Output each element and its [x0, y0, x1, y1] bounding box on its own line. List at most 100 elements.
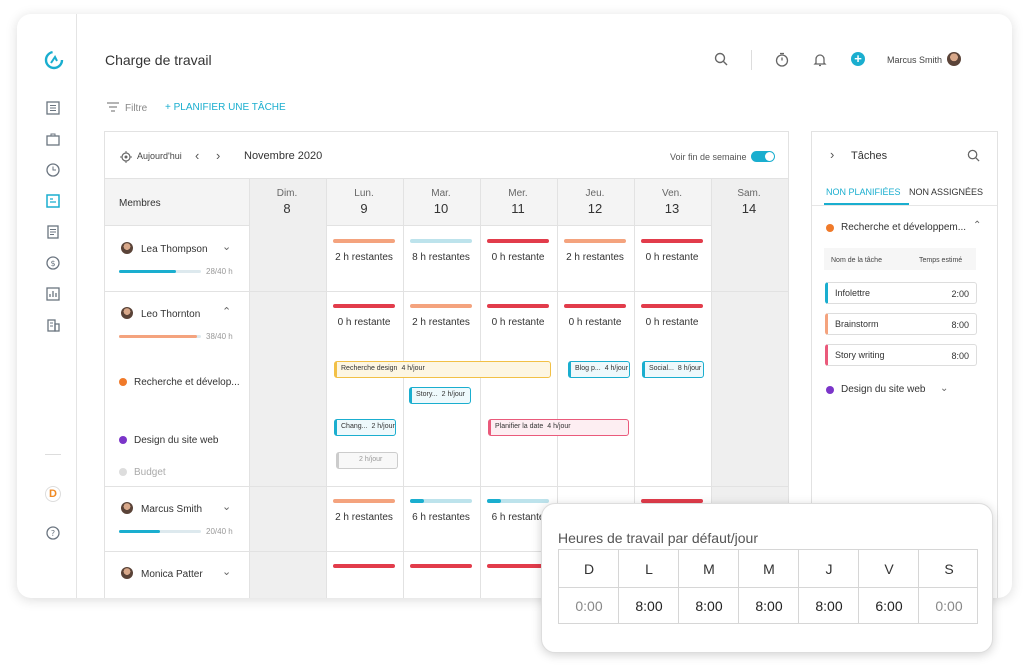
member-project[interactable]: Budget — [134, 467, 166, 478]
remaining-hours: 0 h restante — [491, 252, 545, 263]
scheduled-task[interactable]: Chang... 2 h/jour — [334, 419, 396, 436]
chevron-down-icon[interactable]: ⌄ — [940, 383, 948, 394]
tab-unplanned[interactable]: NON PLANIFIÉES — [826, 187, 901, 197]
task-name: Recherche design — [341, 365, 398, 372]
task-hours: 2 h/jour — [371, 423, 395, 430]
col-task-name: Nom de la tâche — [831, 257, 882, 264]
capacity-bar — [410, 304, 472, 308]
group-web-design[interactable]: Design du site web — [841, 384, 926, 395]
chevron-down-icon[interactable]: ⌄ — [222, 500, 231, 513]
help-icon[interactable]: ? — [46, 526, 60, 540]
clock-icon[interactable] — [46, 163, 60, 177]
scheduled-task[interactable]: 2 h/jour — [336, 452, 398, 469]
member-name: Monica Patter — [141, 569, 203, 580]
collapse-panel-icon[interactable]: › — [830, 147, 834, 162]
tab-unassigned[interactable]: NON ASSIGNÉES — [909, 187, 983, 197]
bell-icon[interactable] — [813, 52, 827, 72]
member-avatar — [121, 242, 133, 254]
timer-icon[interactable] — [775, 52, 789, 72]
capacity-bar — [410, 239, 472, 243]
member-name: Leo Thornton — [141, 309, 201, 320]
add-icon[interactable]: + — [851, 52, 865, 66]
remaining-hours: 0 h restante — [337, 317, 391, 328]
header-divider — [751, 50, 752, 70]
chevron-down-icon[interactable]: ⌄ — [222, 565, 231, 578]
workload-icon[interactable] — [46, 194, 60, 208]
capacity-bar — [487, 239, 549, 243]
dollar-icon[interactable]: $ — [46, 256, 60, 270]
document-icon[interactable] — [46, 225, 60, 239]
chevron-up-icon[interactable]: ⌃ — [973, 220, 981, 231]
building-icon[interactable] — [46, 318, 60, 332]
chevron-down-icon[interactable]: ⌄ — [222, 240, 231, 253]
weekday-label: V — [884, 561, 894, 577]
daily-hours-value[interactable]: 6:00 — [859, 598, 919, 614]
hours-grid: D 0:00 L 8:00 M 8:00 M 8:00 J 8:00 V 6:00 S 0:00 — [558, 549, 978, 624]
remaining-hours: 8 h restantes — [412, 252, 470, 263]
day-number: 14 — [741, 201, 757, 216]
member-progress-bar — [119, 335, 201, 338]
filter-label: Filtre — [125, 103, 148, 114]
day-name: Mer. — [508, 188, 528, 199]
scheduled-task[interactable]: Planifier la date 4 h/jour — [488, 419, 629, 436]
remaining-hours: 2 h restantes — [335, 512, 393, 523]
weekday-label: L — [645, 561, 653, 577]
search-icon[interactable] — [714, 52, 728, 71]
chart-icon[interactable] — [46, 287, 60, 301]
day-column — [249, 179, 326, 598]
filter-button[interactable]: Filtre — [107, 102, 147, 114]
capacity-bar — [333, 304, 395, 308]
members-header: Membres — [119, 198, 161, 209]
scheduled-task[interactable]: Social... 8 h/jour — [642, 361, 704, 378]
daily-hours-value[interactable]: 8:00 — [799, 598, 859, 614]
target-icon — [120, 150, 132, 163]
task-name: Social... — [649, 365, 674, 372]
daily-hours-value[interactable]: 8:00 — [619, 598, 679, 614]
sidebar: $ D ? — [17, 14, 77, 598]
project-dot — [119, 378, 127, 386]
plan-task-button[interactable]: + PLANIFIER UNE TÂCHE — [165, 102, 286, 113]
remaining-hours: 0 h restante — [645, 252, 699, 263]
prev-week-icon[interactable]: ‹ — [195, 148, 199, 163]
scheduled-task[interactable]: Blog p... 4 h/jour — [568, 361, 630, 378]
panel-search-icon[interactable] — [967, 149, 980, 167]
remaining-hours: 2 h restantes — [566, 252, 624, 263]
member-avatar — [121, 307, 133, 319]
member-avatar — [121, 502, 133, 514]
member-progress-bar — [119, 530, 201, 533]
member-hours: 38/40 h — [206, 332, 233, 341]
daily-hours-value[interactable]: 8:00 — [739, 598, 799, 614]
capacity-bar — [333, 239, 395, 243]
workspace-icon[interactable]: D — [45, 486, 61, 502]
sidebar-divider — [45, 454, 61, 455]
group-research[interactable]: Recherche et développem... — [841, 222, 966, 233]
list-icon[interactable] — [46, 101, 60, 115]
member-project[interactable]: Recherche et dévelop... — [134, 377, 240, 388]
remaining-hours: 6 h restantes — [412, 512, 470, 523]
daily-hours-value[interactable]: 0:00 — [559, 598, 619, 614]
daily-hours-value[interactable]: 0:00 — [919, 598, 979, 614]
today-button[interactable]: Aujourd'hui — [137, 151, 182, 161]
capacity-bar — [487, 564, 549, 568]
scheduled-task[interactable]: Story... 2 h/jour — [409, 387, 471, 404]
weekend-toggle[interactable] — [751, 151, 775, 162]
panel-title: Tâches — [851, 150, 888, 162]
project-dot — [119, 436, 127, 444]
scheduled-task[interactable]: Recherche design 4 h/jour — [334, 361, 551, 378]
unplanned-task[interactable]: Story writing 8:00 — [825, 344, 977, 366]
month-label: Novembre 2020 — [244, 150, 323, 162]
task-name: Story... — [416, 391, 438, 398]
next-week-icon[interactable]: › — [216, 148, 220, 163]
unplanned-task[interactable]: Brainstorm 8:00 — [825, 313, 977, 335]
chevron-up-icon[interactable]: ⌃ — [222, 305, 231, 318]
tabs-divider — [812, 205, 997, 206]
day-number: 9 — [360, 201, 368, 216]
user-avatar[interactable] — [947, 52, 961, 66]
unplanned-task[interactable]: Infolettre 2:00 — [825, 282, 977, 304]
member-project[interactable]: Design du site web — [134, 435, 219, 446]
briefcase-icon[interactable] — [46, 132, 60, 146]
capacity-bar — [641, 239, 703, 243]
day-number: 13 — [664, 201, 680, 216]
day-name: Lun. — [354, 188, 374, 199]
daily-hours-value[interactable]: 8:00 — [679, 598, 739, 614]
